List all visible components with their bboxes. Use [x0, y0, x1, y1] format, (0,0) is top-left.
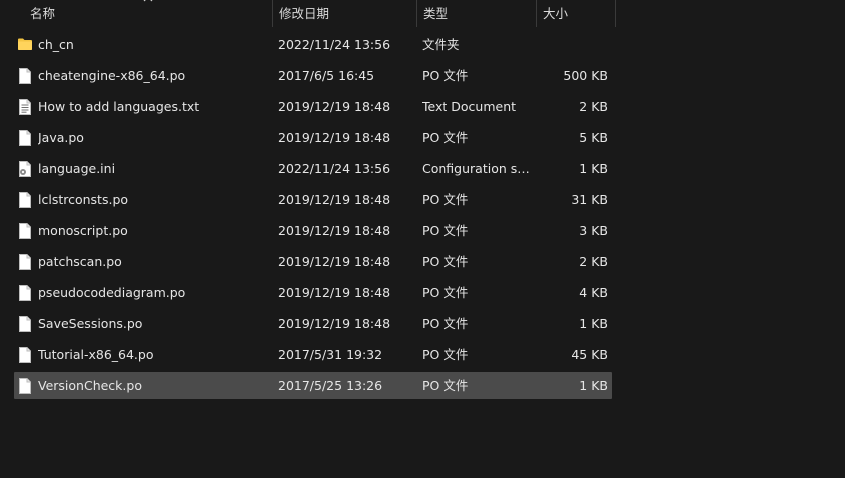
file-row[interactable]: lclstrconsts.po 2019/12/19 18:48 PO 文件 31 K… — [14, 186, 612, 213]
folder-icon — [17, 36, 33, 52]
file-row[interactable]: ch_cn 2022/11/24 13:56 文件夹 — [14, 31, 612, 58]
file-icon — [18, 347, 32, 363]
file-type: PO 文件 — [422, 130, 469, 145]
file-type: PO 文件 — [422, 223, 469, 238]
file-size: 1 KB — [579, 161, 608, 176]
file-size: 500 KB — [563, 68, 608, 83]
column-header-date[interactable]: 修改日期 — [272, 0, 416, 27]
sort-ascending-icon — [143, 0, 153, 2]
file-icon — [18, 316, 32, 332]
file-type: PO 文件 — [422, 192, 469, 207]
column-header-size-label: 大小 — [543, 6, 569, 21]
file-date-modified: 2017/5/25 13:26 — [278, 378, 383, 393]
file-date-modified: 2019/12/19 18:48 — [278, 223, 391, 238]
file-row[interactable]: SaveSessions.po 2019/12/19 18:48 PO 文件 1 KB — [14, 310, 612, 337]
file-date-modified: 2019/12/19 18:48 — [278, 99, 391, 114]
file-name: cheatengine-x86_64.po — [38, 68, 186, 83]
file-row[interactable]: Java.po 2019/12/19 18:48 PO 文件 5 KB — [14, 124, 612, 151]
column-header-bar: 名称 修改日期 类型 大小 — [0, 0, 845, 27]
file-size: 45 KB — [571, 347, 608, 362]
file-size: 5 KB — [579, 130, 608, 145]
file-name: language.ini — [38, 161, 116, 176]
file-icon — [18, 130, 32, 146]
file-type: PO 文件 — [422, 285, 469, 300]
text-file-icon — [18, 99, 32, 115]
file-name: VersionCheck.po — [38, 378, 142, 393]
file-name: How to add languages.txt — [38, 99, 200, 114]
file-size: 3 KB — [579, 223, 608, 238]
file-date-modified: 2022/11/24 13:56 — [278, 161, 391, 176]
file-row[interactable]: cheatengine-x86_64.po 2017/6/5 16:45 PO 文件… — [14, 62, 612, 89]
file-name: SaveSessions.po — [38, 316, 143, 331]
file-icon — [18, 68, 32, 84]
file-size: 31 KB — [571, 192, 608, 207]
file-row[interactable]: pseudocodediagram.po 2019/12/19 18:48 PO 文… — [14, 279, 612, 306]
file-size: 2 KB — [579, 254, 608, 269]
file-icon — [18, 223, 32, 239]
file-type: PO 文件 — [422, 68, 469, 83]
file-type: PO 文件 — [422, 254, 469, 269]
file-row[interactable]: monoscript.po 2019/12/19 18:48 PO 文件 3 KB — [14, 217, 612, 244]
file-name: Tutorial-x86_64.po — [38, 347, 154, 362]
file-type: 文件夹 — [422, 37, 460, 52]
file-type: Text Document — [422, 99, 517, 114]
file-name: lclstrconsts.po — [38, 192, 129, 207]
file-date-modified: 2019/12/19 18:48 — [278, 130, 391, 145]
file-explorer-window: 名称 修改日期 类型 大小 ch_cn 2022/11/24 13:56 文件夹 ch… — [0, 0, 845, 478]
file-size: 1 KB — [579, 316, 608, 331]
column-header-type-label: 类型 — [423, 6, 449, 21]
file-type: PO 文件 — [422, 378, 469, 393]
file-size: 1 KB — [579, 378, 608, 393]
file-date-modified: 2019/12/19 18:48 — [278, 316, 391, 331]
file-name: ch_cn — [38, 37, 74, 52]
file-row[interactable]: patchscan.po 2019/12/19 18:48 PO 文件 2 KB — [14, 248, 612, 275]
column-header-name[interactable]: 名称 — [24, 0, 272, 27]
file-name: patchscan.po — [38, 254, 122, 269]
file-type: PO 文件 — [422, 347, 469, 362]
file-icon — [18, 192, 32, 208]
file-icon — [18, 285, 32, 301]
file-size — [524, 31, 608, 58]
file-date-modified: 2022/11/24 13:56 — [278, 37, 391, 52]
file-type: Configuration se... — [422, 161, 534, 176]
file-name: pseudocodediagram.po — [38, 285, 186, 300]
column-header-name-label: 名称 — [30, 6, 56, 21]
file-date-modified: 2019/12/19 18:48 — [278, 285, 391, 300]
file-row[interactable]: VersionCheck.po 2017/5/25 13:26 PO 文件 1 KB — [14, 372, 612, 399]
file-row[interactable]: How to add languages.txt 2019/12/19 18:48… — [14, 93, 612, 120]
file-icon — [18, 378, 32, 394]
file-icon — [18, 254, 32, 270]
column-header-size[interactable]: 大小 — [536, 0, 616, 27]
file-date-modified: 2019/12/19 18:48 — [278, 254, 391, 269]
file-size: 2 KB — [579, 99, 608, 114]
file-row[interactable]: language.ini 2022/11/24 13:56 Configuratio… — [14, 155, 612, 182]
file-date-modified: 2017/6/5 16:45 — [278, 68, 375, 83]
file-name: monoscript.po — [38, 223, 128, 238]
file-row[interactable]: Tutorial-x86_64.po 2017/5/31 19:32 PO 文件 45… — [14, 341, 612, 368]
file-size: 4 KB — [579, 285, 608, 300]
file-date-modified: 2019/12/19 18:48 — [278, 192, 391, 207]
file-name: Java.po — [38, 130, 84, 145]
column-header-type[interactable]: 类型 — [416, 0, 536, 27]
config-file-icon — [18, 161, 32, 177]
file-date-modified: 2017/5/31 19:32 — [278, 347, 383, 362]
column-header-date-label: 修改日期 — [279, 6, 330, 21]
file-type: PO 文件 — [422, 316, 469, 331]
